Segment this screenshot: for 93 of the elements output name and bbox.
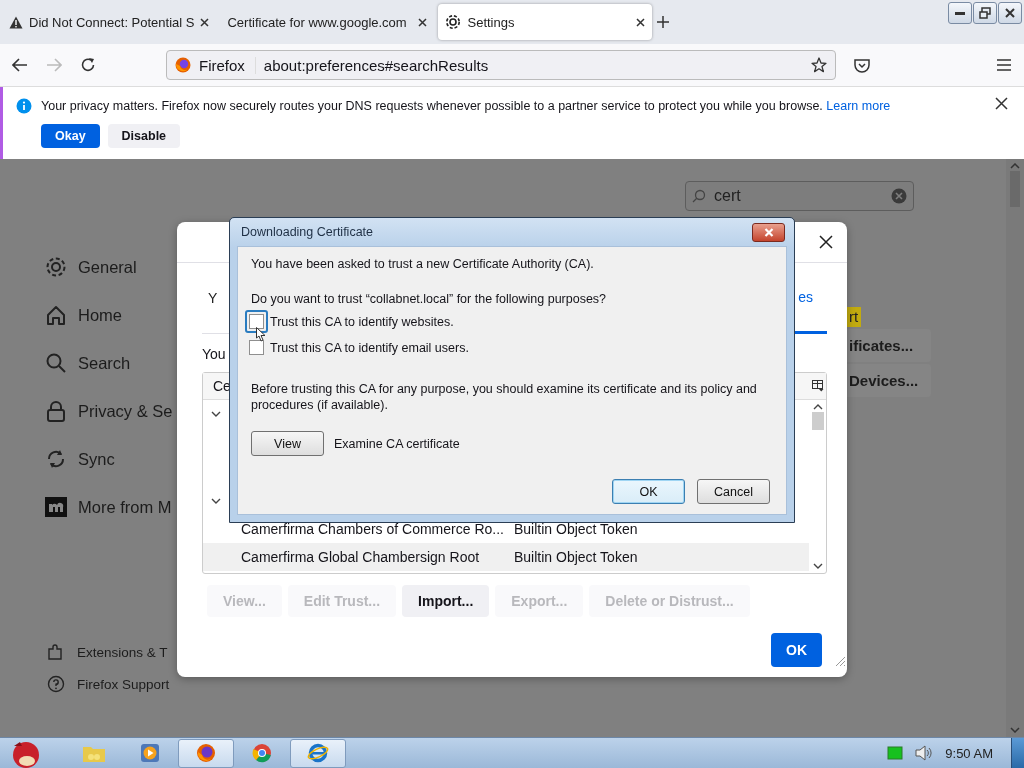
- table-cell: Builtin Object Token: [514, 549, 638, 565]
- scroll-down-icon: [1010, 727, 1020, 733]
- house-icon: [45, 304, 67, 326]
- notification-message: Your privacy matters. Firefox now securely routes your DNS requests whenever possible to a partner service to protect you while you browse. Learn more: [41, 99, 891, 113]
- warning-icon: [9, 15, 23, 29]
- ok-button[interactable]: OK: [771, 633, 822, 667]
- media-player-icon: [140, 743, 160, 763]
- search-icon: [692, 189, 706, 203]
- okay-button[interactable]: Okay: [41, 124, 100, 148]
- close-button[interactable]: [752, 222, 785, 242]
- clear-icon[interactable]: [891, 188, 907, 204]
- search-field[interactable]: cert: [685, 181, 914, 211]
- minimize-icon: [955, 11, 965, 15]
- back-icon[interactable]: [12, 58, 28, 72]
- advice-text: Before trusting this CA for any purpose, you should examine its certificate and its policy and procedures (if available).: [251, 381, 758, 413]
- table-cell-text: Camerfirma Chambers of Commerce Ro...: [241, 521, 505, 537]
- chrome-icon: [252, 743, 272, 763]
- restore-icon: [979, 7, 991, 19]
- table-cell: Builtin Object Token: [514, 521, 638, 537]
- minimize-button[interactable]: [948, 2, 972, 24]
- lock-icon: [45, 400, 67, 422]
- close-icon: [1004, 7, 1016, 19]
- restore-button[interactable]: [973, 2, 997, 24]
- settings-button[interactable]: ificates...: [847, 329, 931, 362]
- close-icon[interactable]: [200, 17, 210, 27]
- sidebar-item[interactable]: Home: [78, 305, 122, 325]
- ok-button[interactable]: OK: [612, 479, 685, 504]
- sidebar-link[interactable]: Extensions & T: [77, 644, 168, 660]
- firefox-icon: [175, 57, 191, 73]
- browser-tab[interactable]: Did Not Connect: Potential S: [2, 4, 217, 40]
- menu-icon[interactable]: [996, 59, 1012, 71]
- help-icon: [47, 675, 65, 693]
- close-button[interactable]: [998, 2, 1022, 24]
- checkbox[interactable]: [249, 340, 264, 355]
- speaker-icon[interactable]: [915, 745, 934, 761]
- close-icon[interactable]: [995, 97, 1008, 110]
- intro-text: You: [202, 346, 226, 362]
- sidebar-item[interactable]: Search: [78, 353, 131, 373]
- info-icon: [16, 98, 32, 114]
- gear-icon: [445, 14, 462, 30]
- url-text: about:preferences#searchResults: [263, 56, 489, 74]
- taskbar-app[interactable]: [290, 738, 346, 768]
- table-cell-text: Camerfirma Global Chambersign Root: [241, 549, 481, 565]
- resize-grip-icon: [834, 655, 846, 667]
- sidebar-item[interactable]: Sync: [78, 449, 115, 469]
- checkbox-label[interactable]: Trust this CA to identify email users.: [270, 340, 469, 355]
- close-icon: [763, 227, 774, 237]
- disable-button[interactable]: Disable: [107, 124, 181, 148]
- scroll-down-icon: [812, 563, 823, 569]
- close-icon[interactable]: [636, 17, 646, 27]
- chevron-icon[interactable]: [211, 410, 221, 418]
- question-text: Do you want to trust “collabnet.local” for the following purposes?: [251, 292, 608, 306]
- scrollbar-thumb[interactable]: [811, 412, 824, 430]
- sidebar-item[interactable]: General: [78, 257, 137, 277]
- browser-tab[interactable]: Certificate for www.google.com: [220, 4, 435, 40]
- cancel-button[interactable]: Cancel: [697, 479, 770, 504]
- sidebar-item[interactable]: Privacy & Se: [78, 401, 173, 421]
- reload-icon[interactable]: [80, 57, 96, 73]
- close-icon[interactable]: [418, 17, 428, 27]
- dialog-title: Downloading Certificate: [241, 225, 373, 239]
- view-caption: Examine CA certificate: [334, 436, 460, 451]
- sidebar-item[interactable]: More from M: [78, 497, 172, 517]
- dialog-tab[interactable]: Y: [202, 289, 224, 307]
- address-bar[interactable]: Firefox about:preferences#searchResults: [166, 50, 836, 80]
- settings-button[interactable]: Devices...: [847, 364, 931, 397]
- column-picker-icon[interactable]: [812, 380, 824, 392]
- plus-icon[interactable]: [656, 15, 671, 29]
- chevron-icon[interactable]: [211, 497, 221, 505]
- clock: 9:50 AM: [945, 745, 993, 761]
- scroll-up-icon: [812, 404, 823, 410]
- gear-icon: [45, 256, 67, 278]
- m-logo-icon: [45, 496, 67, 518]
- identity-label: Firefox: [199, 56, 256, 74]
- cursor-icon: [256, 327, 267, 342]
- search-icon: [45, 352, 67, 374]
- browser-tab[interactable]: Settings: [438, 4, 653, 40]
- intro-text: You have been asked to trust a new Certificate Authority (CA).: [251, 257, 595, 271]
- sync-icon: [45, 448, 67, 470]
- star-icon[interactable]: [811, 57, 827, 73]
- taskbar-app[interactable]: [178, 738, 234, 768]
- browser-e-icon: [307, 743, 329, 763]
- checkbox-label[interactable]: Trust this CA to identify websites.: [270, 314, 454, 329]
- action-button[interactable]: Import...: [402, 585, 490, 617]
- learn-more-link[interactable]: Learn more: [826, 99, 891, 113]
- scroll-up-icon: [1010, 163, 1020, 169]
- sidebar-link[interactable]: Firefox Support: [77, 676, 170, 692]
- show-desktop-button[interactable]: [1011, 738, 1024, 768]
- view-button[interactable]: View: [251, 431, 324, 456]
- firefox-icon: [196, 743, 216, 763]
- search-highlight: rt: [847, 307, 862, 327]
- pocket-icon[interactable]: [854, 57, 870, 73]
- puzzle-icon: [47, 643, 65, 661]
- close-icon[interactable]: [819, 235, 833, 249]
